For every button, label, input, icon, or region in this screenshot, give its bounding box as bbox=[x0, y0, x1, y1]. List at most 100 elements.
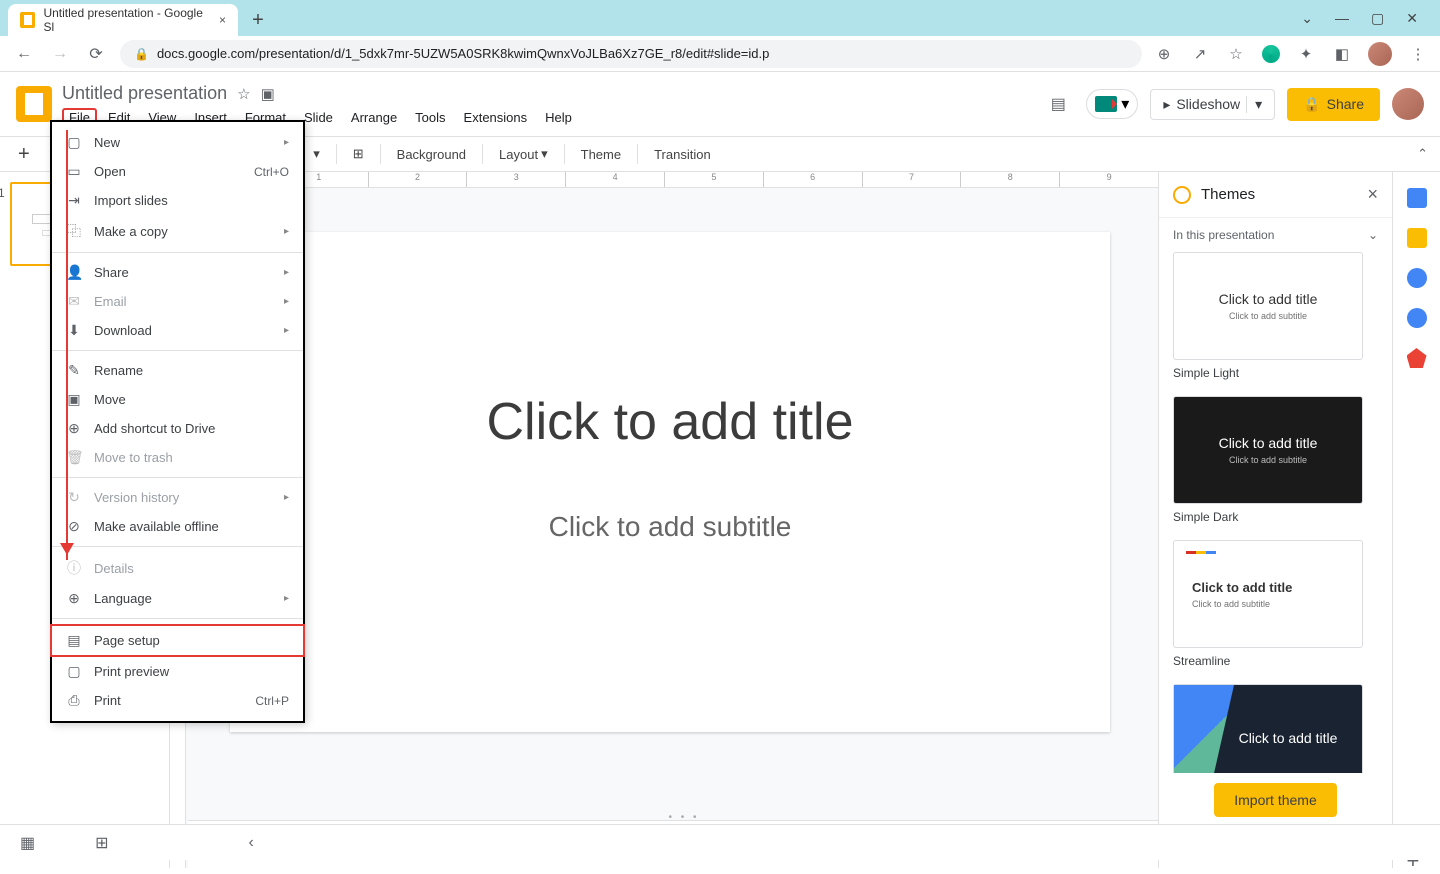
move-icon: ▣ bbox=[66, 391, 82, 408]
zoom-dropdown[interactable]: ▾ bbox=[305, 142, 328, 166]
new-tab-button[interactable]: + bbox=[244, 6, 272, 34]
layout-button[interactable]: Layout▾ bbox=[491, 142, 556, 166]
menu-open[interactable]: ▭OpenCtrl+O bbox=[52, 157, 303, 186]
zoom-icon[interactable]: ⊕ bbox=[1154, 44, 1174, 64]
theme-focus[interactable]: Click to add title Focus bbox=[1173, 684, 1378, 773]
share-icon: 👤 bbox=[66, 264, 82, 281]
maximize-icon[interactable]: ▢ bbox=[1371, 10, 1384, 27]
palette-icon bbox=[1173, 186, 1191, 204]
collapse-toolbar-icon[interactable]: ⌃ bbox=[1417, 146, 1428, 162]
side-panel: + bbox=[1392, 172, 1440, 868]
doc-title[interactable]: Untitled presentation bbox=[62, 83, 227, 104]
close-window-icon[interactable]: ✕ bbox=[1406, 10, 1418, 27]
kebab-menu-icon[interactable]: ⋮ bbox=[1408, 44, 1428, 64]
keep-icon[interactable] bbox=[1407, 228, 1427, 248]
menu-new[interactable]: ▢New▸ bbox=[52, 128, 303, 157]
theme-button[interactable]: Theme bbox=[573, 143, 629, 166]
copy-icon: ⿻ bbox=[66, 221, 82, 241]
minimize-icon[interactable]: — bbox=[1335, 10, 1349, 26]
play-icon: ▸ bbox=[1163, 96, 1170, 113]
new-slide-button[interactable]: + bbox=[10, 139, 38, 170]
themes-title: Themes bbox=[1201, 186, 1255, 203]
menu-move[interactable]: ▣Move bbox=[52, 385, 303, 414]
transition-button[interactable]: Transition bbox=[646, 143, 719, 166]
slides-favicon bbox=[20, 12, 35, 28]
slideshow-label: Slideshow bbox=[1176, 96, 1240, 112]
menu-page-setup[interactable]: ▤Page setup bbox=[50, 624, 305, 657]
menu-version-history: ↻Version history▸ bbox=[52, 483, 303, 512]
theme-streamline[interactable]: Click to add titleClick to add subtitle … bbox=[1173, 540, 1378, 678]
lock-icon: 🔒 bbox=[134, 47, 149, 61]
menu-import-slides[interactable]: ⇥Import slides bbox=[52, 186, 303, 215]
file-menu-dropdown: ▢New▸ ▭OpenCtrl+O ⇥Import slides ⿻Make a… bbox=[50, 120, 305, 723]
shortcut-icon: ⊕ bbox=[66, 420, 82, 437]
slideshow-button[interactable]: ▸ Slideshow ▾ bbox=[1150, 89, 1275, 120]
menu-download[interactable]: ⬇Download▸ bbox=[52, 316, 303, 345]
maps-icon[interactable] bbox=[1407, 348, 1427, 368]
comments-icon[interactable]: ▤ bbox=[1042, 88, 1074, 120]
menu-make-copy[interactable]: ⿻Make a copy▸ bbox=[52, 215, 303, 247]
sidepanel-icon[interactable]: ◧ bbox=[1332, 44, 1352, 64]
menu-tools[interactable]: Tools bbox=[408, 108, 452, 127]
grammarly-icon[interactable] bbox=[1262, 45, 1280, 63]
forward-button[interactable]: → bbox=[48, 42, 72, 66]
menu-language[interactable]: ⊕Language▸ bbox=[52, 584, 303, 613]
url-bar[interactable]: 🔒 docs.google.com/presentation/d/1_5dxk7… bbox=[120, 40, 1142, 68]
chevron-down-icon[interactable]: ⌄ bbox=[1368, 228, 1378, 242]
close-tab-icon[interactable]: × bbox=[219, 13, 226, 27]
slide-subtitle-placeholder[interactable]: Click to add subtitle bbox=[330, 502, 1010, 552]
address-bar: ← → ⟳ 🔒 docs.google.com/presentation/d/1… bbox=[0, 36, 1440, 72]
slide-title-placeholder[interactable]: Click to add title bbox=[280, 372, 1060, 472]
reload-button[interactable]: ⟳ bbox=[84, 42, 108, 66]
grid-view-icon[interactable]: ▦ bbox=[20, 833, 35, 853]
offline-icon: ⊘ bbox=[66, 518, 82, 535]
share-button[interactable]: 🔒 Share bbox=[1287, 88, 1380, 121]
import-theme-button[interactable]: Import theme bbox=[1214, 783, 1336, 817]
menu-add-shortcut[interactable]: ⊕Add shortcut to Drive bbox=[52, 414, 303, 443]
canvas-area: 123456789 Click to add title Click to ad… bbox=[170, 172, 1158, 868]
menu-arrange[interactable]: Arrange bbox=[344, 108, 404, 127]
menu-offline[interactable]: ⊘Make available offline bbox=[52, 512, 303, 541]
bookmark-icon[interactable]: ☆ bbox=[1226, 44, 1246, 64]
close-panel-icon[interactable]: × bbox=[1367, 184, 1378, 205]
browser-tab-bar: Untitled presentation - Google Sl × + ⌄ … bbox=[0, 0, 1440, 36]
background-button[interactable]: Background bbox=[389, 143, 474, 166]
filmstrip-view-icon[interactable]: ⊞ bbox=[95, 833, 108, 853]
textbox-icon[interactable]: ⊞ bbox=[345, 142, 372, 166]
menu-share[interactable]: 👤Share▸ bbox=[52, 258, 303, 287]
star-icon[interactable]: ☆ bbox=[237, 85, 250, 103]
slide-canvas[interactable]: Click to add title Click to add subtitle bbox=[230, 232, 1110, 732]
menu-rename[interactable]: ✎Rename bbox=[52, 356, 303, 385]
menu-extensions[interactable]: Extensions bbox=[457, 108, 535, 127]
back-button[interactable]: ← bbox=[12, 42, 36, 66]
slides-logo[interactable] bbox=[16, 86, 52, 122]
url-text: docs.google.com/presentation/d/1_5dxk7mr… bbox=[157, 46, 769, 61]
print-icon: ⎙ bbox=[66, 692, 82, 709]
import-icon: ⇥ bbox=[66, 192, 82, 209]
menu-email: ✉Email▸ bbox=[52, 287, 303, 316]
chevron-down-icon[interactable]: ⌄ bbox=[1301, 10, 1313, 27]
theme-list[interactable]: Click to add titleClick to add subtitle … bbox=[1159, 252, 1392, 773]
url-actions: ⊕ ↗ ☆ ✦ ◧ ⋮ bbox=[1154, 42, 1428, 66]
tasks-icon[interactable] bbox=[1407, 268, 1427, 288]
profile-avatar[interactable] bbox=[1368, 42, 1392, 66]
browser-tab[interactable]: Untitled presentation - Google Sl × bbox=[8, 4, 238, 36]
history-icon: ↻ bbox=[66, 489, 82, 506]
contacts-icon[interactable] bbox=[1407, 308, 1427, 328]
move-folder-icon[interactable]: ▣ bbox=[261, 85, 275, 103]
menu-print[interactable]: ⎙PrintCtrl+P bbox=[52, 686, 303, 715]
window-controls: ⌄ — ▢ ✕ bbox=[1287, 0, 1432, 36]
account-avatar[interactable] bbox=[1392, 88, 1424, 120]
theme-simple-dark[interactable]: Click to add titleClick to add subtitle … bbox=[1173, 396, 1378, 534]
menu-print-preview[interactable]: ▢Print preview bbox=[52, 657, 303, 686]
extensions-icon[interactable]: ✦ bbox=[1296, 44, 1316, 64]
calendar-icon[interactable] bbox=[1407, 188, 1427, 208]
meet-button[interactable]: ▾ bbox=[1086, 89, 1138, 119]
preview-icon: ▢ bbox=[66, 663, 82, 680]
chevron-down-icon[interactable]: ▾ bbox=[1246, 96, 1262, 113]
resize-grip[interactable] bbox=[664, 812, 704, 818]
theme-simple-light[interactable]: Click to add titleClick to add subtitle … bbox=[1173, 252, 1378, 390]
collapse-filmstrip-icon[interactable]: ‹ bbox=[249, 834, 254, 852]
menu-help[interactable]: Help bbox=[538, 108, 579, 127]
share-url-icon[interactable]: ↗ bbox=[1190, 44, 1210, 64]
